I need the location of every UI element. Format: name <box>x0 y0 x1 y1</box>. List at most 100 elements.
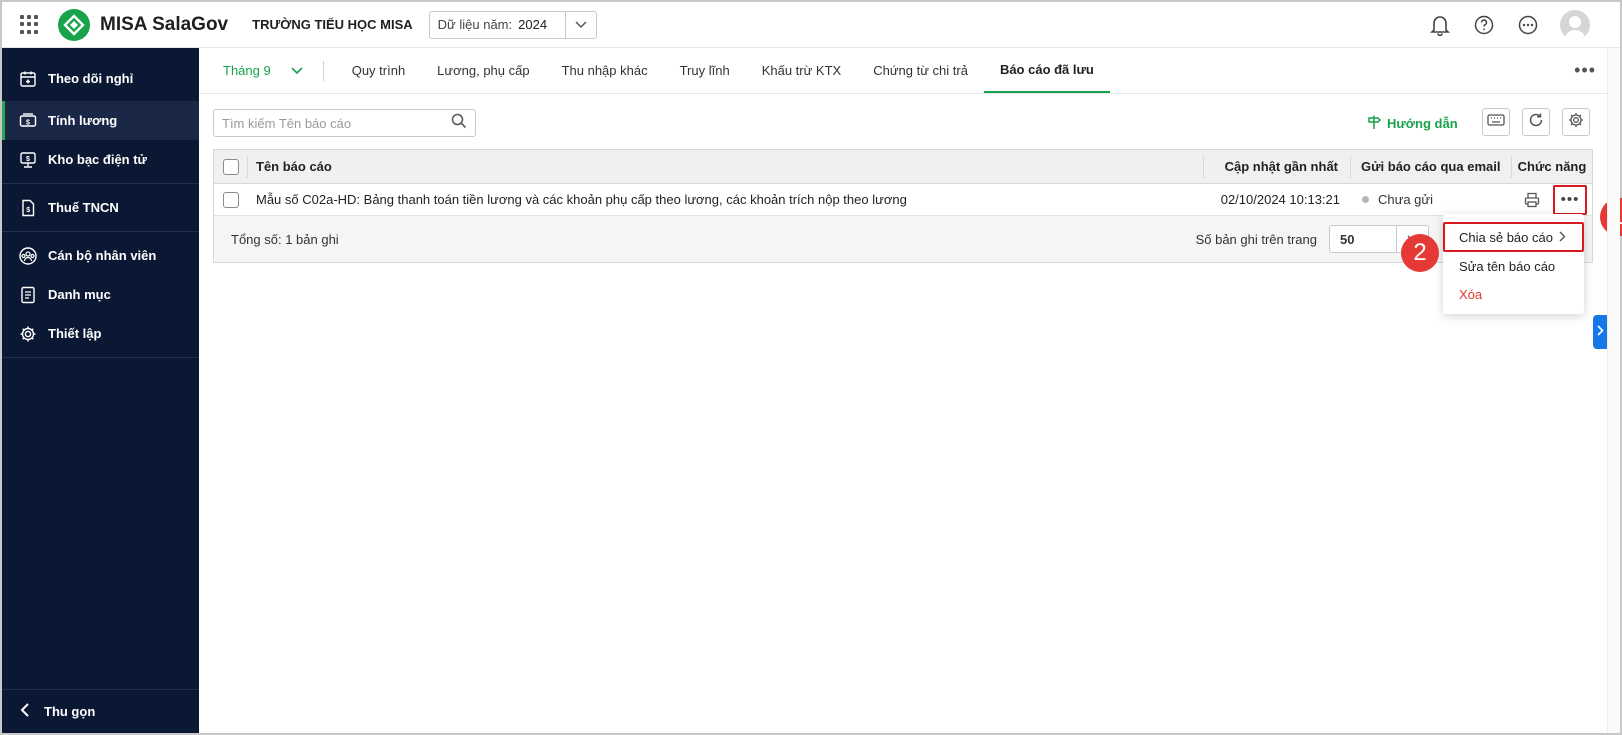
sidebar-item-label: Theo dõi nghỉ <box>48 71 134 86</box>
email-status-label: Chưa gửi <box>1378 192 1433 207</box>
svg-text:$: $ <box>26 119 30 126</box>
settings-icon <box>18 324 38 344</box>
search-input[interactable] <box>222 115 451 131</box>
menu-item-rename-report[interactable]: Sửa tên báo cáo <box>1443 252 1584 280</box>
sidebar-item-theo-doi-nghi[interactable]: Theo dõi nghỉ <box>2 59 199 98</box>
collapse-label: Thu gọn <box>44 704 96 719</box>
tax-document-icon: $ <box>18 198 38 218</box>
tab-bao-cao-da-luu[interactable]: Báo cáo đã lưu <box>983 48 1110 93</box>
column-header-actions: Chức năng <box>1517 159 1587 174</box>
signpost-icon <box>1366 114 1382 133</box>
year-selector-label: Dữ liệu năm: <box>437 17 513 32</box>
bell-icon[interactable] <box>1428 13 1452 37</box>
right-panel-track <box>1607 48 1620 733</box>
print-icon[interactable] <box>1521 189 1543 211</box>
more-actions-button[interactable]: ••• <box>1553 184 1587 215</box>
expand-panel-button[interactable] <box>1593 315 1607 349</box>
tab-quy-trinh[interactable]: Quy trình <box>336 48 421 93</box>
table-row[interactable]: Mẫu số C02a-HD: Bảng thanh toán tiền lươ… <box>214 184 1592 216</box>
refresh-icon <box>1528 112 1544 133</box>
chevron-right-icon <box>1596 323 1604 341</box>
month-selector[interactable]: Tháng 9 <box>199 48 303 93</box>
step-badge-2: 2 <box>1401 234 1439 272</box>
tab-thu-nhap-khac[interactable]: Thu nhập khác <box>546 48 664 93</box>
sidebar-item-label: Thiết lập <box>48 326 102 341</box>
page-size-label: Số bản ghi trên trang <box>1195 231 1317 247</box>
select-all-checkbox[interactable] <box>222 158 239 175</box>
treasury-icon: $ <box>18 150 38 170</box>
sidebar-item-thue-tncn[interactable]: $ Thuế TNCN <box>2 188 199 227</box>
refresh-button[interactable] <box>1522 108 1550 136</box>
tab-divider <box>322 60 324 81</box>
tab-luong-phu-cap[interactable]: Lương, phụ cấp <box>421 48 545 93</box>
column-header-updated[interactable]: Cập nhật gần nhất <box>1204 159 1350 174</box>
row-actions-menu: Chia sẻ báo cáo Sửa tên báo cáo Xóa <box>1443 214 1584 314</box>
sidebar-item-kho-bac-dien-tu[interactable]: $ Kho bạc điện tử <box>2 140 199 179</box>
sidebar-item-label: Thuế TNCN <box>48 200 119 215</box>
help-icon[interactable] <box>1472 13 1496 37</box>
payroll-icon: $ <box>18 111 38 131</box>
keyboard-shortcut-button[interactable] <box>1482 108 1510 136</box>
sidebar-item-label: Danh mục <box>48 287 111 302</box>
search-icon[interactable] <box>451 113 467 134</box>
tab-bar: Tháng 9 Quy trình Lương, phụ cấp Thu nhậ… <box>199 48 1620 94</box>
year-selector-value: 2024 <box>518 17 548 32</box>
more-options-icon[interactable] <box>1516 13 1540 37</box>
status-dot-icon <box>1362 196 1369 203</box>
chevron-down-icon <box>291 63 303 78</box>
gear-icon <box>1568 112 1584 133</box>
catalog-icon <box>18 285 38 305</box>
column-header-name[interactable]: Tên báo cáo <box>248 159 1203 174</box>
month-label: Tháng 9 <box>223 63 271 78</box>
sidebar-item-label: Kho bạc điện tử <box>48 152 147 167</box>
row-actions: ••• <box>1512 184 1592 215</box>
page-size-value: 50 <box>1340 231 1355 247</box>
brand-name: MISA SalaGov <box>100 13 229 35</box>
tab-khau-tru-ktx[interactable]: Khấu trừ KTX <box>746 48 858 93</box>
total-records: Tổng số: 1 bản ghi <box>231 231 339 247</box>
report-table: Tên báo cáo Cập nhật gần nhất Gửi báo cá… <box>213 149 1593 263</box>
sidebar-item-tinh-luong[interactable]: $ Tính lương <box>2 101 199 140</box>
chevron-down-icon[interactable] <box>565 11 596 38</box>
chevron-left-icon <box>20 703 30 720</box>
guide-label: Hướng dẫn <box>1387 115 1458 131</box>
tab-chung-tu-chi-tra[interactable]: Chứng từ chi trả <box>857 48 984 93</box>
table-settings-button[interactable] <box>1562 108 1590 136</box>
column-header-email[interactable]: Gửi báo cáo qua email <box>1351 159 1511 174</box>
staff-icon <box>18 246 38 266</box>
sidebar-item-can-bo-nhan-vien[interactable]: Cán bộ nhân viên <box>2 236 199 275</box>
sidebar-divider <box>2 183 199 184</box>
calendar-icon <box>18 69 38 89</box>
row-checkbox[interactable] <box>222 191 239 208</box>
svg-text:$: $ <box>26 156 30 163</box>
table-header: Tên báo cáo Cập nhật gần nhất Gửi báo cá… <box>214 150 1592 184</box>
app-launcher-icon[interactable] <box>20 14 40 35</box>
svg-text:$: $ <box>26 207 30 214</box>
sidebar-item-danh-muc[interactable]: Danh mục <box>2 275 199 314</box>
report-name: Mẫu số C02a-HD: Bảng thanh toán tiền lươ… <box>256 192 907 207</box>
table-footer: Tổng số: 1 bản ghi Số bản ghi trên trang… <box>214 216 1592 262</box>
sidebar-divider <box>2 357 199 358</box>
top-bar: MISA SalaGov TRƯỜNG TIỂU HỌC MISA Dữ liệ… <box>2 2 1620 48</box>
email-status: Chưa gửi <box>1352 192 1512 207</box>
more-tabs-icon[interactable]: ••• <box>1574 60 1596 81</box>
sidebar-item-thiet-lap[interactable]: Thiết lập <box>2 314 199 353</box>
misa-logo-icon <box>58 8 90 41</box>
sidebar-item-label: Cán bộ nhân viên <box>48 248 157 263</box>
menu-item-share-report[interactable]: Chia sẻ báo cáo <box>1443 222 1584 252</box>
user-avatar[interactable] <box>1560 9 1590 40</box>
chevron-right-icon <box>1559 230 1566 245</box>
sidebar: Theo dõi nghỉ $ Tính lương $ Kho bạc điệ… <box>2 48 199 733</box>
menu-item-label: Chia sẻ báo cáo <box>1459 229 1553 245</box>
keyboard-icon <box>1487 113 1505 131</box>
school-name: TRƯỜNG TIỂU HỌC MISA <box>252 17 413 32</box>
menu-item-delete-report[interactable]: Xóa <box>1443 280 1584 308</box>
year-selector[interactable]: Dữ liệu năm: 2024 <box>428 10 598 39</box>
report-updated: 02/10/2024 10:13:21 <box>1220 192 1340 207</box>
guide-link[interactable]: Hướng dẫn <box>1366 111 1458 135</box>
tab-truy-linh[interactable]: Truy lĩnh <box>664 48 746 93</box>
search-box <box>213 109 476 137</box>
sidebar-divider <box>2 231 199 232</box>
collapse-sidebar-button[interactable]: Thu gọn <box>2 689 199 733</box>
sidebar-item-label: Tính lương <box>48 113 118 128</box>
